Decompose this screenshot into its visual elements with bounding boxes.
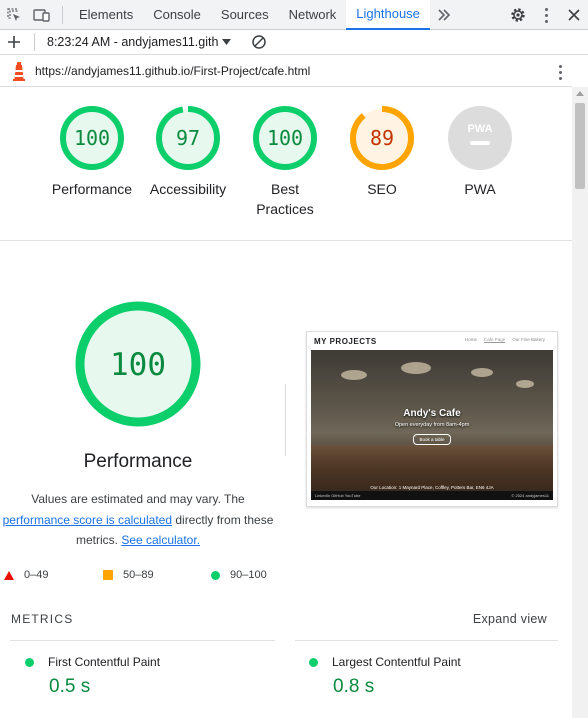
metric-first-contentful-paint: First Contentful Paint 0.5 s bbox=[0, 655, 260, 698]
screenshot-nav-item: Cafe Page bbox=[483, 337, 506, 342]
gauge-score: 97 bbox=[176, 126, 200, 150]
report-select-label: 8:23:24 AM - andyjames11.gith bbox=[47, 35, 219, 49]
gauge-best-practices[interactable]: 100 Best Practices bbox=[235, 105, 335, 219]
tab-console[interactable]: Console bbox=[143, 0, 211, 30]
legend-pass: 90–100 bbox=[211, 569, 267, 581]
lighthouse-toolbar: 8:23:24 AM - andyjames11.gith bbox=[0, 30, 588, 55]
metric-label: Largest Contentful Paint bbox=[332, 655, 461, 669]
metrics-divider bbox=[10, 640, 275, 641]
metrics-divider bbox=[295, 640, 558, 641]
screenshot-footer: LinkedIn GitHub YouTube © 2024 andyjames… bbox=[311, 491, 553, 500]
gauge-pwa[interactable]: PWA PWA bbox=[430, 105, 530, 199]
see-calculator-link[interactable]: See calculator. bbox=[121, 533, 200, 547]
screenshot-hero-title: Andy's Cafe bbox=[403, 408, 461, 419]
screenshot-hero: Andy's Cafe Open everyday from 8am-4pm B… bbox=[311, 408, 553, 446]
pass-circle-icon bbox=[309, 657, 318, 667]
device-toolbar-icon[interactable] bbox=[28, 0, 56, 30]
clear-icon[interactable] bbox=[245, 27, 273, 57]
score-legend: 0–49 50–89 90–100 bbox=[0, 567, 286, 585]
gauge-accessibility[interactable]: 97 Accessibility bbox=[138, 105, 238, 199]
lighthouse-logo-icon bbox=[11, 61, 27, 81]
performance-gauge-large: 100 bbox=[38, 299, 238, 429]
legend-average: 50–89 bbox=[103, 569, 154, 581]
gauge-label: SEO bbox=[367, 181, 397, 197]
gauge-label-line: Practices bbox=[256, 201, 314, 217]
screenshot-nav-item: Home bbox=[464, 337, 477, 342]
scrollbar[interactable] bbox=[572, 87, 588, 718]
gauge-label-line: Best bbox=[270, 181, 299, 197]
score-gauges: 100 Performance 97 Accessibility 100 Bes… bbox=[0, 87, 572, 241]
tab-sources[interactable]: Sources bbox=[211, 0, 279, 30]
tab-elements[interactable]: Elements bbox=[69, 0, 143, 30]
triangle-icon bbox=[4, 570, 14, 580]
report-select[interactable]: 8:23:24 AM - andyjames11.gith bbox=[41, 35, 237, 49]
performance-description: Values are estimated and may vary. The p… bbox=[0, 489, 276, 551]
scroll-up-arrow-icon[interactable] bbox=[576, 91, 584, 96]
expand-view-button[interactable]: Expand view bbox=[473, 612, 547, 626]
kebab-menu-icon[interactable] bbox=[532, 0, 560, 30]
metric-largest-contentful-paint: Largest Contentful Paint 0.8 s bbox=[284, 655, 544, 698]
metric-label: First Contentful Paint bbox=[48, 655, 161, 669]
screenshot-footer-links: LinkedIn GitHub YouTube bbox=[315, 493, 361, 498]
description-text: Values are estimated and may vary. The bbox=[31, 492, 245, 506]
gauge-score: 100 bbox=[267, 126, 303, 150]
gauge-score: 100 bbox=[74, 126, 110, 150]
performance-title: Performance bbox=[83, 451, 193, 472]
gear-icon[interactable] bbox=[504, 0, 532, 30]
kebab-menu-icon[interactable] bbox=[552, 62, 568, 82]
screenshot-book-button: Book a table bbox=[413, 434, 451, 445]
tab-lighthouse[interactable]: Lighthouse bbox=[346, 0, 430, 30]
circle-icon bbox=[211, 570, 220, 580]
report-url-bar: https://andyjames11.github.io/First-Proj… bbox=[0, 56, 572, 87]
score-calculated-link[interactable]: performance score is calculated bbox=[3, 513, 172, 527]
page-screenshot-thumbnail[interactable]: MY PROJECTS Home Cafe Page Our Fine Bake… bbox=[306, 331, 558, 507]
chevron-double-right-icon[interactable] bbox=[430, 0, 458, 30]
metric-value: 0.5 s bbox=[49, 676, 91, 697]
square-icon bbox=[103, 570, 113, 580]
devtools-tab-bar: Elements Console Sources Network Lightho… bbox=[0, 0, 588, 30]
performance-score-large: 100 bbox=[110, 347, 166, 383]
caret-down-icon bbox=[222, 39, 232, 45]
screenshot-nav-item: Our Fine Bakery bbox=[512, 337, 545, 342]
scroll-thumb[interactable] bbox=[575, 103, 585, 189]
pwa-badge-text: PWA bbox=[467, 123, 492, 135]
new-report-button[interactable] bbox=[0, 30, 28, 54]
report-content: 100 Performance 97 Accessibility 100 Bes… bbox=[0, 87, 572, 718]
screenshot-footer-copyright: © 2024 andyjames11 bbox=[511, 493, 549, 498]
gauge-seo[interactable]: 89 SEO bbox=[332, 105, 432, 199]
report-url: https://andyjames11.github.io/First-Proj… bbox=[35, 64, 311, 78]
pass-circle-icon bbox=[25, 657, 34, 667]
screenshot-hero-subtitle: Open everyday from 8am-4pm bbox=[394, 422, 470, 428]
tab-network[interactable]: Network bbox=[279, 0, 347, 30]
screenshot-nav: Home Cafe Page Our Fine Bakery bbox=[465, 337, 545, 342]
cafe-hero-image: Andy's Cafe Open everyday from 8am-4pm B… bbox=[311, 350, 553, 500]
gauge-label: Accessibility bbox=[149, 181, 227, 197]
vertical-divider bbox=[285, 384, 286, 456]
screenshot-address: Our Location: 1 Maynard Place, Coffley, … bbox=[370, 485, 494, 490]
legend-fail-label: 0–49 bbox=[24, 569, 49, 581]
screenshot-header: MY PROJECTS Home Cafe Page Our Fine Bake… bbox=[307, 332, 557, 350]
close-icon[interactable] bbox=[560, 0, 588, 30]
gauge-performance[interactable]: 100 Performance bbox=[42, 105, 142, 199]
metrics-header: METRICS Expand view bbox=[0, 609, 572, 629]
metric-value: 0.8 s bbox=[333, 676, 375, 697]
gauge-label: PWA bbox=[464, 181, 496, 197]
screenshot-site-title: MY PROJECTS bbox=[314, 336, 377, 346]
gauge-score: 89 bbox=[370, 126, 394, 150]
toolbar-divider bbox=[62, 5, 63, 24]
legend-pass-label: 90–100 bbox=[230, 569, 267, 581]
inspect-element-icon[interactable] bbox=[0, 0, 28, 30]
toolbar-divider bbox=[34, 33, 35, 51]
legend-average-label: 50–89 bbox=[123, 569, 154, 581]
gauge-label: Best Practices bbox=[235, 179, 335, 219]
metrics-title: METRICS bbox=[11, 612, 74, 626]
legend-fail: 0–49 bbox=[4, 569, 48, 581]
gauge-label: Performance bbox=[51, 181, 133, 197]
